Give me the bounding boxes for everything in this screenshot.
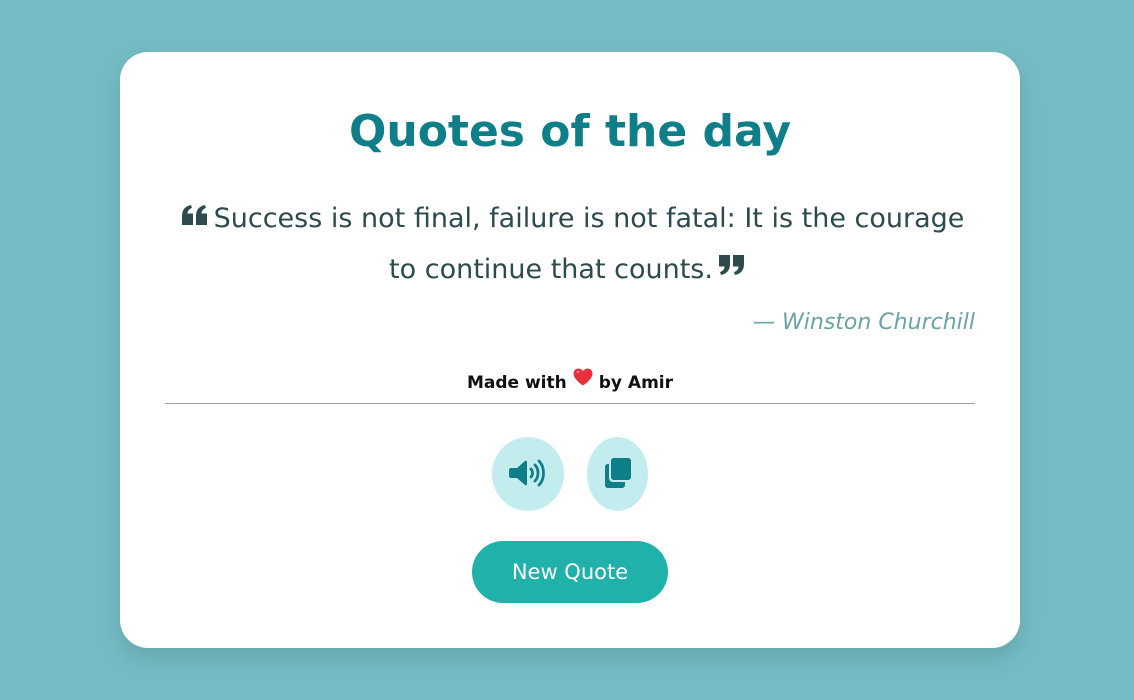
volume-icon — [509, 459, 547, 490]
quote-text: Success is not final, failure is not fat… — [213, 203, 965, 285]
credit-prefix: Made with — [466, 373, 567, 393]
new-quote-button[interactable]: New Quote — [472, 541, 668, 603]
divider — [165, 403, 975, 404]
speak-button[interactable] — [492, 437, 564, 511]
quote-right-icon — [718, 242, 745, 292]
quote-author: — Winston Churchill — [753, 310, 975, 335]
credit-suffix: by Amir — [598, 373, 674, 393]
credit-line: Made with by Amir — [120, 368, 1020, 396]
page-title: Quotes of the day — [348, 106, 792, 157]
quote-left-icon — [181, 192, 208, 242]
quote-text-block: Success is not final, failure is not fat… — [165, 194, 975, 295]
heart-icon — [573, 368, 593, 394]
copy-button[interactable] — [587, 437, 648, 511]
copy-icon — [604, 457, 631, 491]
quote-card: Quotes of the day Success is not final, … — [120, 52, 1020, 648]
